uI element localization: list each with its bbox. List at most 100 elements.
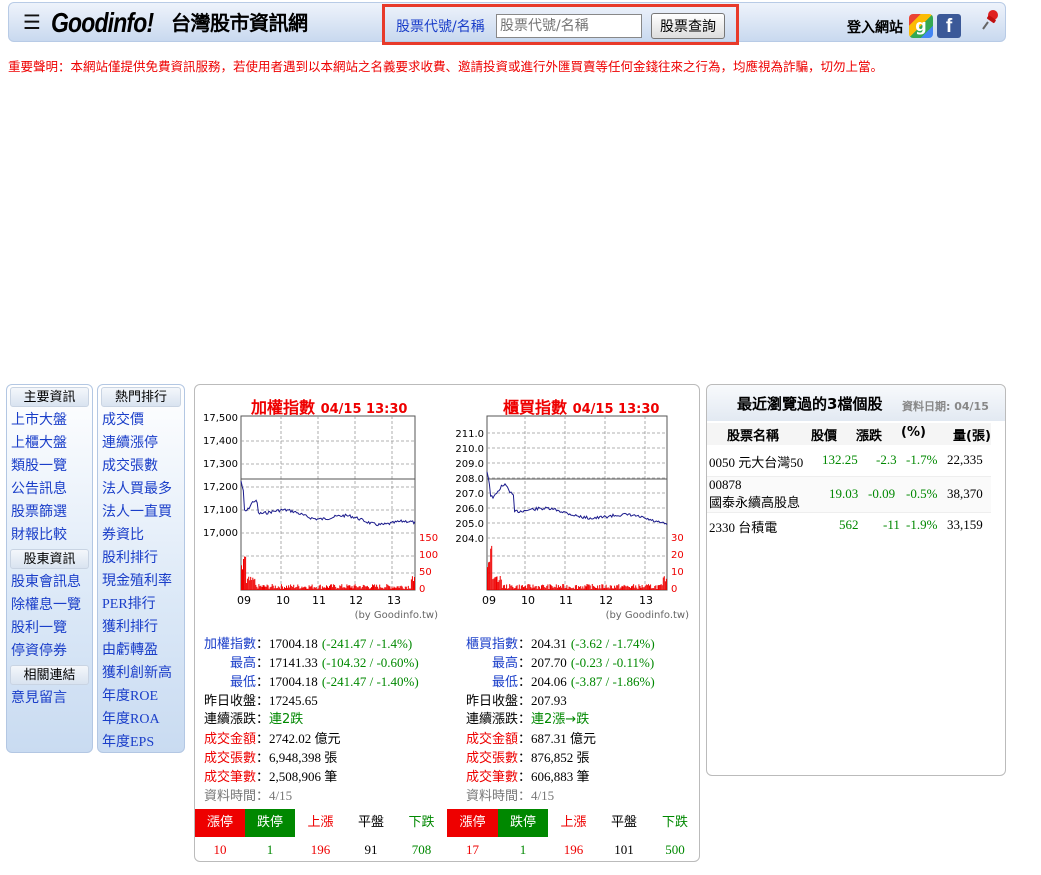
recent-stock-row[interactable]: 2330 台積電 562 -11 -1.9% 33,159 bbox=[707, 513, 991, 541]
recent-stock-row[interactable]: 00878 國泰永續高股息 19.03 -0.09 -0.5% 38,370 bbox=[707, 477, 991, 513]
xtick-label: 12 bbox=[599, 594, 613, 607]
menu-item-financial-compare[interactable]: 財報比較 bbox=[7, 524, 92, 547]
twse-streak-row: 連續漲跌：連2跌 bbox=[204, 712, 304, 727]
menu-item-hot[interactable]: 股利排行 bbox=[98, 547, 184, 570]
menu-item-hot[interactable]: 年度EPS bbox=[98, 731, 184, 754]
volume-bar bbox=[356, 587, 358, 590]
menu-item-sectors[interactable]: 類股一覽 bbox=[7, 455, 92, 478]
menu-item-announcements[interactable]: 公告訊息 bbox=[7, 478, 92, 501]
twse-volume-value: 6,948,398 張 bbox=[269, 750, 338, 765]
volume-bar bbox=[368, 588, 370, 590]
menu-item-hot[interactable]: 由虧轉盈 bbox=[98, 639, 184, 662]
volume-bar bbox=[388, 585, 390, 590]
login-link[interactable]: 登入網站 bbox=[847, 17, 903, 37]
volume-bar bbox=[383, 588, 385, 590]
menu-item-hot[interactable]: 獲利創新高 bbox=[98, 662, 184, 685]
stock-price: 132.25 bbox=[822, 452, 858, 467]
hamburger-menu-icon[interactable]: ☰ bbox=[23, 12, 41, 32]
volume-bar bbox=[516, 585, 518, 590]
menu-item-hot[interactable]: 法人買最多 bbox=[98, 478, 184, 501]
twse-index-label[interactable]: 加權指數 bbox=[204, 637, 256, 652]
twse-yaxis-labels: 17,500 17,400 17,300 17,200 17,100 17,00… bbox=[203, 413, 238, 539]
twse-price-line bbox=[240, 480, 416, 527]
volume-bar bbox=[394, 587, 396, 590]
twse-trades-row: 成交筆數：2,508,906 筆 bbox=[204, 769, 338, 785]
volume-bar bbox=[271, 584, 273, 590]
volume-bar bbox=[397, 586, 399, 590]
menu-item-hot[interactable]: 成交價 bbox=[98, 409, 184, 432]
menu-item-hot[interactable]: 連續漲停 bbox=[98, 432, 184, 455]
menu-item-hot[interactable]: 現金殖利率 bbox=[98, 570, 184, 593]
menu-item-shareholder-meeting[interactable]: 股東會訊息 bbox=[7, 571, 92, 594]
volume-bar bbox=[364, 586, 366, 590]
volume-bar bbox=[284, 587, 285, 590]
menu-item-hot[interactable]: 年度ROE bbox=[98, 685, 184, 708]
volume-bar bbox=[614, 585, 616, 590]
volume-bar bbox=[538, 586, 540, 590]
volume-bar bbox=[506, 584, 508, 590]
volume-bar bbox=[523, 587, 524, 590]
search-label: 股票代號/名稱 bbox=[396, 19, 485, 35]
stock-name-line2: 國泰永續高股息 bbox=[709, 495, 801, 510]
menu-item-hot[interactable]: 年度ROA bbox=[98, 708, 184, 731]
xtick-label: 11 bbox=[312, 594, 326, 607]
recent-stock-row[interactable]: 0050 元大台灣50 132.25 -2.3 -1.7% 22,335 bbox=[707, 449, 991, 477]
twse-limit-up-header[interactable]: 漲停 bbox=[195, 809, 245, 837]
menu-item-hot[interactable]: 券資比 bbox=[98, 524, 184, 547]
volume-bar bbox=[528, 584, 530, 590]
twse-low-change: (-241.47 / -1.40%) bbox=[321, 674, 419, 689]
menu-item-hot[interactable]: PER排行 bbox=[98, 593, 184, 616]
menu-item-margin-suspension[interactable]: 停資停券 bbox=[7, 640, 92, 663]
volume-bar bbox=[329, 585, 330, 590]
volume-bar bbox=[390, 588, 392, 590]
volume-bar bbox=[543, 585, 545, 590]
otc-limit-up-header[interactable]: 漲停 bbox=[447, 809, 498, 837]
otc-index-label[interactable]: 櫃買指數 bbox=[466, 637, 518, 652]
volume-bar bbox=[500, 579, 502, 590]
otc-intraday-chart[interactable]: 211.0 210.0 209.0 208.0 207.0 206.0 205.… bbox=[445, 411, 695, 623]
vtick-label: 30 bbox=[671, 533, 684, 544]
col-change: 漲跌 bbox=[856, 429, 883, 444]
volume-bar bbox=[584, 585, 586, 590]
volume-bar bbox=[539, 588, 541, 590]
menu-item-hot[interactable]: 成交張數 bbox=[98, 455, 184, 478]
pushpin-icon[interactable] bbox=[981, 9, 1001, 31]
ytick-label: 210.0 bbox=[455, 444, 484, 455]
twse-time-value: 4/15 bbox=[269, 788, 293, 803]
volume-bar bbox=[548, 589, 550, 590]
stock-search-input[interactable] bbox=[496, 14, 642, 38]
menu-item-ex-dividend[interactable]: 除權息一覽 bbox=[7, 594, 92, 617]
menu-item-stock-screener[interactable]: 股票篩選 bbox=[7, 501, 92, 524]
recent-stocks-column-headers: 股票名稱 股價 漲跌 (%) 量(張) bbox=[707, 423, 991, 445]
otc-limit-down-header[interactable]: 跌停 bbox=[498, 809, 548, 837]
volume-bar bbox=[371, 587, 372, 590]
volume-bar bbox=[262, 585, 264, 590]
google-login-icon[interactable]: g bbox=[909, 14, 933, 38]
volume-bar bbox=[317, 588, 319, 590]
menu-item-hot[interactable]: 法人一直買 bbox=[98, 501, 184, 524]
site-logo[interactable]: Goodinfo! bbox=[51, 7, 154, 39]
site-title[interactable]: 台灣股市資訊網 bbox=[171, 11, 308, 35]
otc-amount-label: 成交金額 bbox=[466, 732, 519, 747]
twse-high-row: 最高：17141.33 (-104.32 / -0.60%) bbox=[230, 655, 419, 671]
twse-intraday-chart[interactable]: 17,500 17,400 17,300 17,200 17,100 17,00… bbox=[195, 411, 445, 623]
volume-bar bbox=[276, 588, 278, 590]
vtick-label: 20 bbox=[671, 550, 684, 561]
menu-item-twse-market[interactable]: 上市大盤 bbox=[7, 409, 92, 432]
volume-bar bbox=[270, 586, 272, 590]
volume-bar bbox=[628, 587, 630, 590]
menu-item-dividend-list[interactable]: 股利一覽 bbox=[7, 617, 92, 640]
ytick-label: 17,300 bbox=[203, 459, 238, 470]
stock-search-button[interactable]: 股票查詢 bbox=[651, 13, 725, 39]
twse-limit-down-header[interactable]: 跌停 bbox=[245, 809, 295, 837]
menu-item-hot[interactable]: 獲利排行 bbox=[98, 616, 184, 639]
facebook-login-icon[interactable]: f bbox=[937, 14, 961, 38]
menu-item-otc-market[interactable]: 上櫃大盤 bbox=[7, 432, 92, 455]
market-breadth-header: 漲停 跌停 上漲 平盤 下跌 漲停 跌停 上漲 平盤 下跌 bbox=[195, 809, 701, 837]
stock-volume: 33,159 bbox=[947, 517, 983, 532]
volume-bar bbox=[407, 585, 409, 590]
volume-bar bbox=[401, 586, 403, 590]
menu-item-feedback[interactable]: 意見留言 bbox=[7, 687, 92, 710]
volume-bar bbox=[566, 585, 568, 590]
twse-high-label: 最高 bbox=[230, 656, 257, 671]
